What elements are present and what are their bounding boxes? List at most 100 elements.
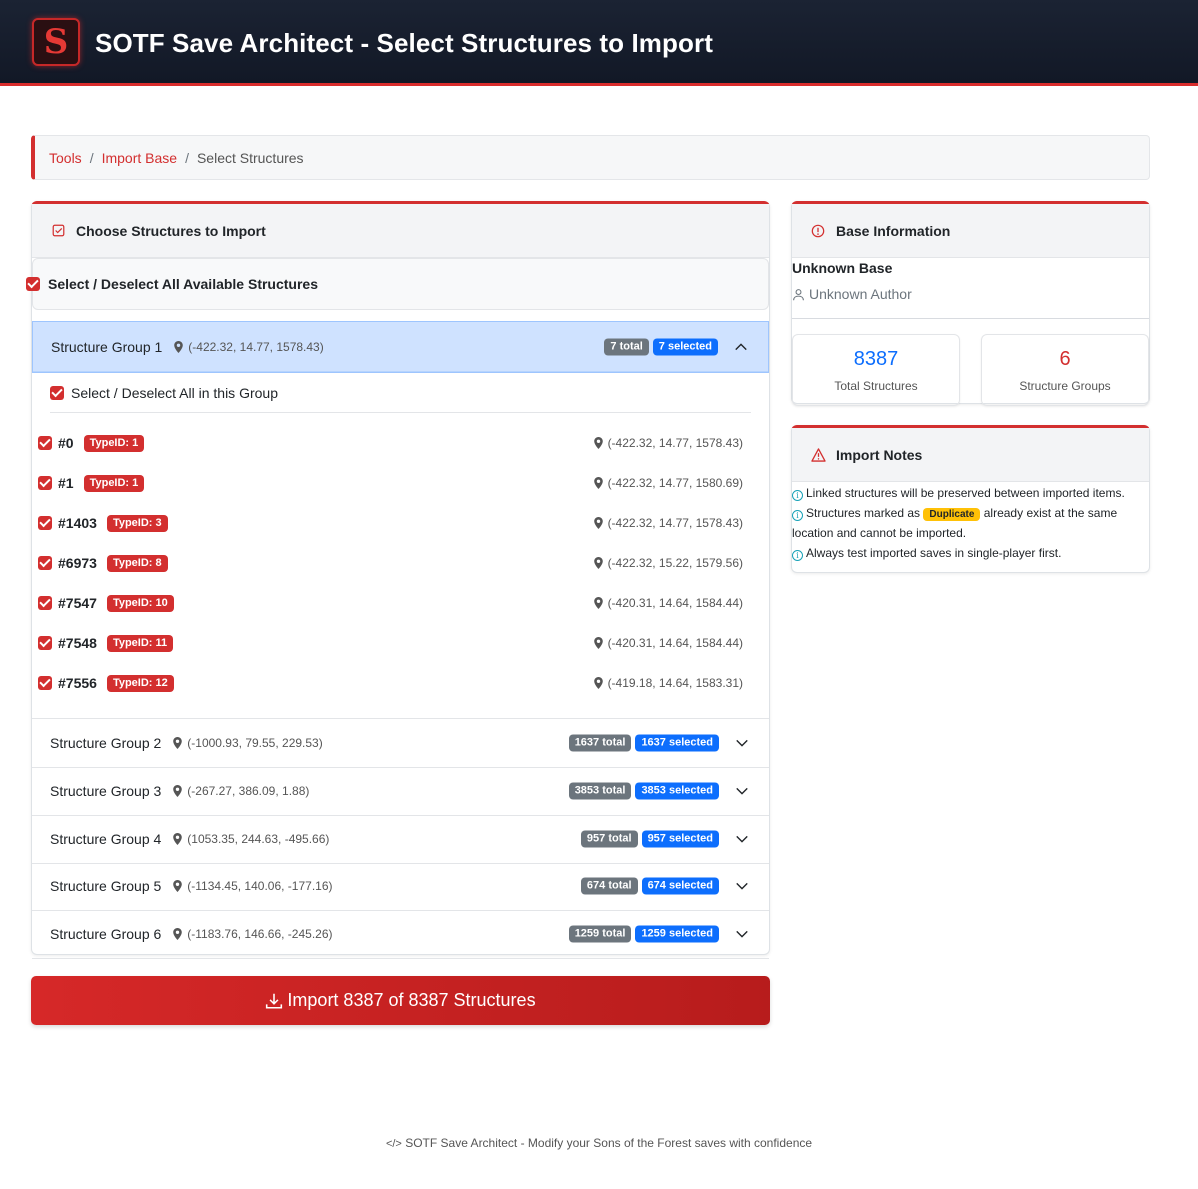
structure-checkbox[interactable]	[38, 556, 52, 570]
structures-card: Choose Structures to Import Select / Des…	[26, 201, 770, 960]
group-header-2[interactable]: Structure Group 2 (-1000.93, 79.55, 229.5…	[32, 719, 769, 767]
chevron-down-icon[interactable]	[735, 736, 749, 750]
selected-badge: 1259 selected	[635, 925, 719, 943]
map-pin-icon	[173, 880, 183, 893]
group-coords: (-422.32, 14.77, 1578.43)	[174, 340, 324, 354]
download-icon	[266, 993, 283, 1009]
structure-item[interactable]: #1 TypeID: 1 (-422.32, 14.77, 1580.69)	[38, 463, 751, 503]
structure-id: #1403	[58, 515, 97, 531]
group-header-4[interactable]: Structure Group 4 (1053.35, 244.63, -495.…	[32, 815, 769, 863]
total-badge: 1637 total	[568, 734, 632, 752]
type-id-badge: TypeID: 3	[106, 514, 168, 532]
structure-item[interactable]: #1403 TypeID: 3 (-422.32, 14.77, 1578.43)	[38, 503, 751, 543]
footer-text: SOTF Save Architect - Modify your Sons o…	[405, 1136, 813, 1150]
structure-group: Structure Group 4 (1053.35, 244.63, -495.…	[32, 815, 769, 864]
user-icon	[793, 288, 804, 300]
structure-checkbox[interactable]	[38, 676, 52, 690]
base-info-card: Base Information Unknown Base Unknown Au…	[791, 201, 1150, 406]
map-pin-icon	[593, 597, 603, 609]
structure-groups-stat: 6 Structure Groups	[981, 334, 1149, 406]
chevron-down-icon[interactable]	[735, 879, 749, 893]
group-badges: 3853 total 3853 selected	[568, 782, 719, 800]
note-linked-text: Linked structures will be preserved betw…	[806, 486, 1125, 500]
structure-checkbox[interactable]	[38, 596, 52, 610]
chevron-down-icon[interactable]	[735, 784, 749, 798]
structure-item[interactable]: #7547 TypeID: 10 (-420.31, 14.64, 1584.44)	[38, 583, 751, 623]
structure-coords: (-422.32, 14.77, 1580.69)	[593, 476, 743, 490]
structure-checkbox[interactable]	[38, 436, 52, 450]
group-coords-text: (-1000.93, 79.55, 229.53)	[187, 736, 323, 750]
group-header-1[interactable]: Structure Group 1 (-422.32, 14.77, 1578.…	[32, 321, 769, 373]
info-divider	[792, 318, 1149, 319]
group-badges: 957 total 957 selected	[580, 830, 719, 848]
structure-groups-value: 6	[1059, 347, 1071, 370]
info-circle-icon	[810, 223, 826, 239]
select-all-label: Select / Deselect All Available Structur…	[48, 276, 319, 292]
group-badges: 1259 total 1259 selected	[568, 925, 719, 943]
page-title: SOTF Save Architect - Select Structures …	[95, 28, 713, 58]
note-test-text: Always test imported saves in single-pla…	[806, 545, 1062, 560]
base-author: Unknown Author	[792, 286, 912, 302]
chevron-down-icon[interactable]	[735, 832, 749, 846]
structure-group: Structure Group 5 (-1134.45, 140.06, -177…	[32, 862, 769, 912]
group-coords-text: (-422.32, 14.77, 1578.43)	[188, 340, 324, 354]
structure-id: #7548	[58, 635, 97, 651]
note-linked: i Linked structures will be preserved bet…	[792, 484, 1149, 504]
structure-coords-text: (-422.32, 14.77, 1580.69)	[607, 476, 743, 490]
structure-checkbox[interactable]	[38, 516, 52, 530]
warning-triangle-icon	[810, 447, 826, 463]
select-all-checkbox[interactable]	[26, 277, 40, 291]
structure-coords: (-420.31, 14.64, 1584.44)	[593, 636, 743, 650]
group-name: Structure Group 2	[50, 735, 162, 751]
group-select-checkbox[interactable]	[50, 385, 64, 400]
breadcrumb-current: Select Structures	[196, 149, 304, 166]
total-badge: 957 total	[580, 830, 638, 848]
group-select-all[interactable]: Select / Deselect All in this Group	[50, 373, 751, 413]
import-button-label: Import 8387 of 8387 Structures	[287, 990, 536, 1010]
structure-item[interactable]: #7548 TypeID: 11 (-420.31, 14.64, 1584.44)	[38, 623, 751, 663]
footer: </> SOTF Save Architect - Modify your So…	[0, 1136, 1198, 1150]
map-pin-icon	[173, 737, 183, 749]
app-logo[interactable]: S	[32, 18, 80, 66]
breadcrumb-import-base-link[interactable]: Import Base	[102, 150, 177, 166]
structure-coords-text: (-422.32, 15.22, 1579.56)	[607, 556, 743, 570]
structure-checkbox[interactable]	[38, 636, 52, 650]
group-header-3[interactable]: Structure Group 3 (-267.27, 386.09, 1.88)…	[32, 767, 769, 815]
select-all-structures[interactable]: Select / Deselect All Available Structur…	[26, 258, 769, 310]
group-body: Select / Deselect All in this Group #0 Ty…	[32, 373, 769, 703]
selected-badge: 3853 selected	[635, 782, 719, 800]
structure-item[interactable]: #7556 TypeID: 12 (-419.18, 14.64, 1583.31)	[38, 663, 751, 703]
group-coords: (-1183.76, 146.66, -245.26)	[173, 927, 333, 941]
map-pin-icon	[593, 557, 603, 569]
group-coords-text: (-1134.45, 140.06, -177.16)	[187, 879, 333, 894]
structure-coords-text: (-422.32, 14.77, 1578.43)	[607, 516, 743, 530]
structure-groups-label: Structure Groups	[1019, 378, 1111, 393]
structure-coords: (-422.32, 15.22, 1579.56)	[593, 556, 743, 570]
selected-badge: 957 selected	[641, 830, 719, 848]
group-name: Structure Group 3	[50, 782, 162, 799]
chevron-down-icon[interactable]	[735, 927, 749, 941]
chevron-up-icon[interactable]	[734, 340, 748, 354]
group-coords-text: (1053.35, 244.63, -495.66)	[187, 831, 330, 846]
breadcrumb-tools-link[interactable]: Tools	[49, 150, 82, 166]
map-pin-icon	[593, 477, 603, 489]
map-pin-icon	[174, 341, 184, 353]
import-button[interactable]: Import 8387 of 8387 Structures	[31, 976, 770, 1025]
group-coords-text: (-267.27, 386.09, 1.88)	[187, 783, 310, 798]
app-header: S SOTF Save Architect - Select Structure…	[0, 0, 1198, 86]
group-coords: (-267.27, 386.09, 1.88)	[173, 784, 309, 798]
structures-card-header: Choose Structures to Import	[32, 204, 769, 258]
structure-group: Structure Group 3 (-267.27, 386.09, 1.88)…	[32, 767, 769, 816]
structure-checkbox[interactable]	[38, 476, 52, 490]
group-header-6[interactable]: Structure Group 6 (-1183.76, 146.66, -245…	[32, 910, 769, 958]
author-name: Unknown Author	[809, 286, 912, 302]
structure-group: Structure Group 6 (-1183.76, 146.66, -245…	[32, 910, 769, 960]
total-structures-stat: 8387 Total Structures	[792, 334, 960, 406]
group-header-5[interactable]: Structure Group 5 (-1134.45, 140.06, -177…	[32, 862, 769, 910]
total-badge: 674 total	[580, 877, 638, 895]
map-pin-icon	[593, 637, 603, 649]
selected-badge: 674 selected	[641, 877, 719, 895]
structure-coords-text: (-420.31, 14.64, 1584.44)	[607, 636, 743, 650]
structure-item[interactable]: #0 TypeID: 1 (-422.32, 14.77, 1578.43)	[38, 423, 751, 463]
structure-item[interactable]: #6973 TypeID: 8 (-422.32, 15.22, 1579.56)	[38, 543, 751, 583]
